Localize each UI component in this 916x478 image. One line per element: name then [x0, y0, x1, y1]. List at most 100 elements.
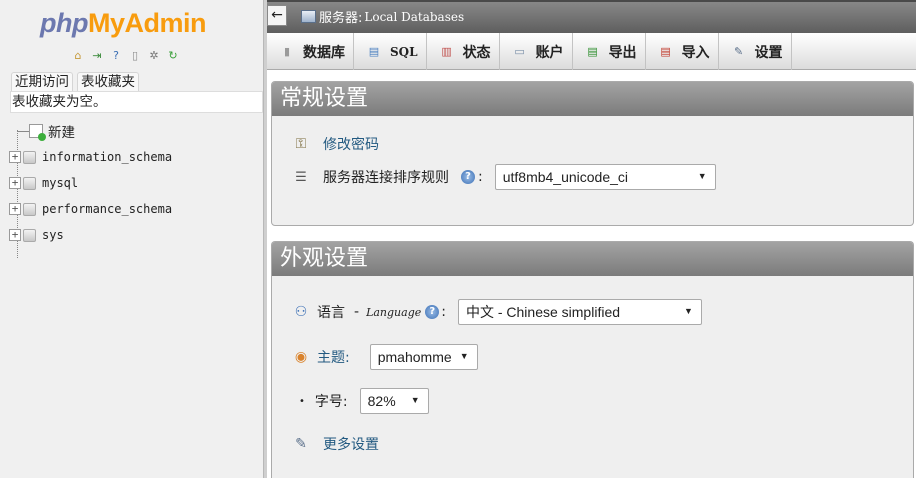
tree-item-new[interactable]: 新建 — [9, 118, 172, 144]
breadcrumb-bar: ← 服务器: Local Databases — [267, 0, 916, 33]
colon: : — [441, 304, 446, 320]
tab-label: 状态 — [462, 44, 491, 61]
colon: : — [478, 169, 483, 185]
breadcrumb-server-label: 服务器: — [319, 11, 363, 26]
tab-accounts[interactable]: ▭ 账户 — [500, 33, 573, 70]
theme-select[interactable]: pmahomme ▼ — [369, 344, 478, 370]
main-content: ← 服务器: Local Databases ▮ 数据库 ▤ SQL ▥ 状态 ▭ 账户 ▤ 导出… — [267, 0, 916, 478]
tab-label: 导入 — [681, 44, 710, 61]
database-name[interactable]: performance_schema — [42, 202, 172, 216]
change-password-link[interactable]: 修改密码 — [323, 134, 379, 154]
navigation-panel: phpMyAdmin ⌂ ⇥? ▯ ✲ ↻ 近期访问 表收藏夹 表收藏夹为空。 新建 +… — [0, 0, 263, 478]
chevron-down-icon: ▼ — [697, 171, 707, 181]
tab-label: 设置 — [754, 44, 783, 61]
fontsize-row: • 字号: 82% ▼ — [299, 388, 429, 414]
collation-select-value: utf8mb4_unicode_ci — [502, 169, 629, 185]
database-name[interactable]: information_schema — [42, 150, 172, 164]
collapse-nav-button[interactable]: ← — [267, 5, 287, 26]
database-icon — [23, 150, 36, 164]
appearance-settings-panel: 外观设置 ⚇ 语言 - Language ? : 中文 - Chinese si… — [271, 241, 914, 478]
general-settings-panel: 常规设置 ⚿ 修改密码 ☰ 服务器连接排序规则 ? : utf8mb4_unic… — [271, 81, 914, 226]
tab-favorites[interactable]: 表收藏夹 — [77, 72, 139, 91]
status-icon: ▥ — [441, 45, 452, 58]
help-icon[interactable]: ? — [425, 305, 440, 319]
fontsize-label: 字号: — [314, 394, 348, 410]
nav-quick-links: ⌂ ⇥? ▯ ✲ ↻ — [70, 47, 181, 63]
nav-tabs: 近期访问 表收藏夹 — [11, 72, 139, 91]
tab-label: 导出 — [608, 44, 637, 61]
bullet: • — [299, 395, 305, 407]
tab-settings[interactable]: ✎ 设置 — [719, 33, 792, 70]
tree-item-database[interactable]: + mysql — [9, 170, 172, 196]
database-tree: 新建 + information_schema + mysql + performance… — [9, 118, 172, 258]
database-icon — [23, 202, 36, 216]
logo-my: My — [87, 8, 125, 38]
database-name[interactable]: mysql — [42, 176, 78, 190]
tab-label: 账户 — [535, 44, 564, 61]
tab-import[interactable]: ▤ 导入 — [646, 33, 719, 70]
fontsize-select-value: 82% — [367, 393, 396, 409]
logo-php: php — [40, 8, 88, 38]
chevron-down-icon: ▼ — [410, 395, 420, 405]
database-icon — [23, 176, 36, 190]
theme-select-value: pmahomme — [377, 349, 452, 365]
theme-label-link[interactable]: 主题: — [317, 347, 350, 367]
more-settings-link[interactable]: 更多设置 — [323, 434, 379, 454]
settings-icon[interactable]: ✲ — [146, 47, 162, 63]
key-icon: ⚿ — [295, 136, 307, 152]
language-separator: - — [354, 304, 360, 320]
tree-item-database[interactable]: + information_schema — [9, 144, 172, 170]
tree-item-database[interactable]: + performance_schema — [9, 196, 172, 222]
settings-icon: ✎ — [733, 45, 744, 58]
expand-icon[interactable]: + — [9, 151, 21, 163]
phpmyadmin-logo[interactable]: phpMyAdmin — [40, 8, 206, 39]
tab-status[interactable]: ▥ 状态 — [427, 33, 500, 70]
accounts-icon: ▭ — [514, 45, 525, 58]
fontsize-select[interactable]: 82% ▼ — [359, 388, 429, 414]
server-menu: ▮ 数据库 ▤ SQL ▥ 状态 ▭ 账户 ▤ 导出 ▤ 导入 ✎ 设置 — [267, 33, 916, 70]
help-icon[interactable]: ? — [108, 47, 124, 63]
general-settings-title: 常规设置 — [272, 82, 913, 116]
help-icon[interactable]: ? — [461, 170, 475, 184]
expand-icon[interactable]: + — [9, 177, 21, 189]
tab-sql[interactable]: ▤ SQL — [354, 33, 427, 70]
logout-icon[interactable]: ⇥ — [89, 47, 105, 63]
expand-icon[interactable]: + — [9, 229, 21, 241]
breadcrumb-server-value[interactable]: Local Databases — [364, 10, 464, 24]
wrench-icon: ✎ — [295, 436, 307, 452]
chevron-down-icon: ▼ — [459, 351, 469, 361]
new-database-icon — [29, 124, 46, 141]
logo-admin: Admin — [124, 8, 207, 38]
collation-label: 服务器连接排序规则 — [323, 170, 449, 186]
databases-icon: ▮ — [283, 45, 291, 58]
tab-label: 数据库 — [303, 44, 345, 61]
tab-databases[interactable]: ▮ 数据库 — [267, 33, 354, 70]
tab-label: SQL — [390, 44, 418, 59]
expand-icon[interactable]: + — [9, 203, 21, 215]
appearance-settings-title: 外观设置 — [272, 242, 913, 276]
language-select-value: 中文 - Chinese simplified — [465, 304, 621, 320]
sql-icon: ▤ — [368, 45, 380, 58]
tab-export[interactable]: ▤ 导出 — [573, 33, 646, 70]
new-database-label[interactable]: 新建 — [48, 121, 75, 141]
more-settings-row: ✎ 更多设置 — [292, 434, 379, 454]
language-label-en: Language — [366, 305, 422, 319]
tab-recent[interactable]: 近期访问 — [11, 72, 73, 91]
database-name[interactable]: sys — [42, 228, 64, 242]
docs-icon[interactable]: ▯ — [127, 47, 143, 63]
tree-item-database[interactable]: + sys — [9, 222, 172, 248]
breadcrumb-server[interactable]: 服务器: Local Databases — [301, 7, 464, 26]
language-label: 语言 — [317, 305, 345, 321]
change-password-row: ⚿ 修改密码 — [292, 134, 379, 154]
reload-icon[interactable]: ↻ — [165, 47, 181, 63]
collation-select[interactable]: utf8mb4_unicode_ci ▼ — [494, 164, 716, 190]
home-icon[interactable]: ⌂ — [70, 47, 86, 63]
collation-row: ☰ 服务器连接排序规则 ? : utf8mb4_unicode_ci ▼ — [292, 164, 716, 190]
chevron-down-icon: ▼ — [684, 306, 693, 316]
list-icon: ☰ — [295, 169, 307, 185]
language-select[interactable]: 中文 - Chinese simplified ▼ — [457, 299, 702, 325]
export-icon: ▤ — [587, 45, 598, 58]
language-icon: ⚇ — [294, 304, 308, 320]
server-icon — [301, 10, 316, 23]
favorites-list: 表收藏夹为空。 — [10, 91, 263, 113]
